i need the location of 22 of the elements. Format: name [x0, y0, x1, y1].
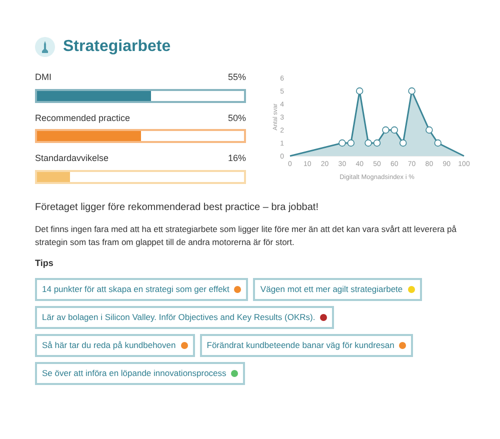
tip-link[interactable]: 14 punkter för att skapa en strategi som ger effekt: [35, 278, 248, 301]
data-point: [356, 87, 364, 95]
tip-link[interactable]: Så här tar du reda på kundbehoven: [35, 334, 195, 357]
tip-link[interactable]: Vägen mot ett mer agilt strategiarbete: [253, 278, 422, 301]
tip-link[interactable]: Lär av bolagen i Silicon Valley. Inför Objectives and Key Results (OKRs).: [35, 306, 334, 329]
bar-reading: 16%: [228, 152, 246, 165]
statue-icon: [35, 37, 55, 57]
section-title: Strategiarbete: [63, 37, 171, 57]
paragraph: Det finns ingen fara med att ha ett strategiarbete som ligger lite före mer än att det kan vara svårt att leverera på strategin som tas fram om glappet till de andra motorerna är för stort.: [35, 222, 458, 248]
bar-reading: 55%: [228, 71, 246, 84]
tip-link[interactable]: Se över att införa en löpande innovationsprocess: [35, 362, 246, 385]
tip-link[interactable]: Förändrat kundbeteende banar väg för kundresan: [200, 334, 414, 357]
tips-heading: Tips: [35, 256, 54, 270]
bar-label: DMI: [35, 71, 52, 84]
data-point: [434, 139, 442, 147]
bar-label: Standardavvikelse: [35, 152, 109, 165]
data-point: [408, 87, 416, 95]
bar-reading: 50%: [228, 112, 246, 124]
bar-label: Recommended practice: [35, 112, 130, 125]
data-point: [426, 126, 433, 134]
headline: Företaget ligger före rekommenderad best practice – bra jobbat!: [35, 200, 320, 214]
data-point: [400, 139, 407, 147]
